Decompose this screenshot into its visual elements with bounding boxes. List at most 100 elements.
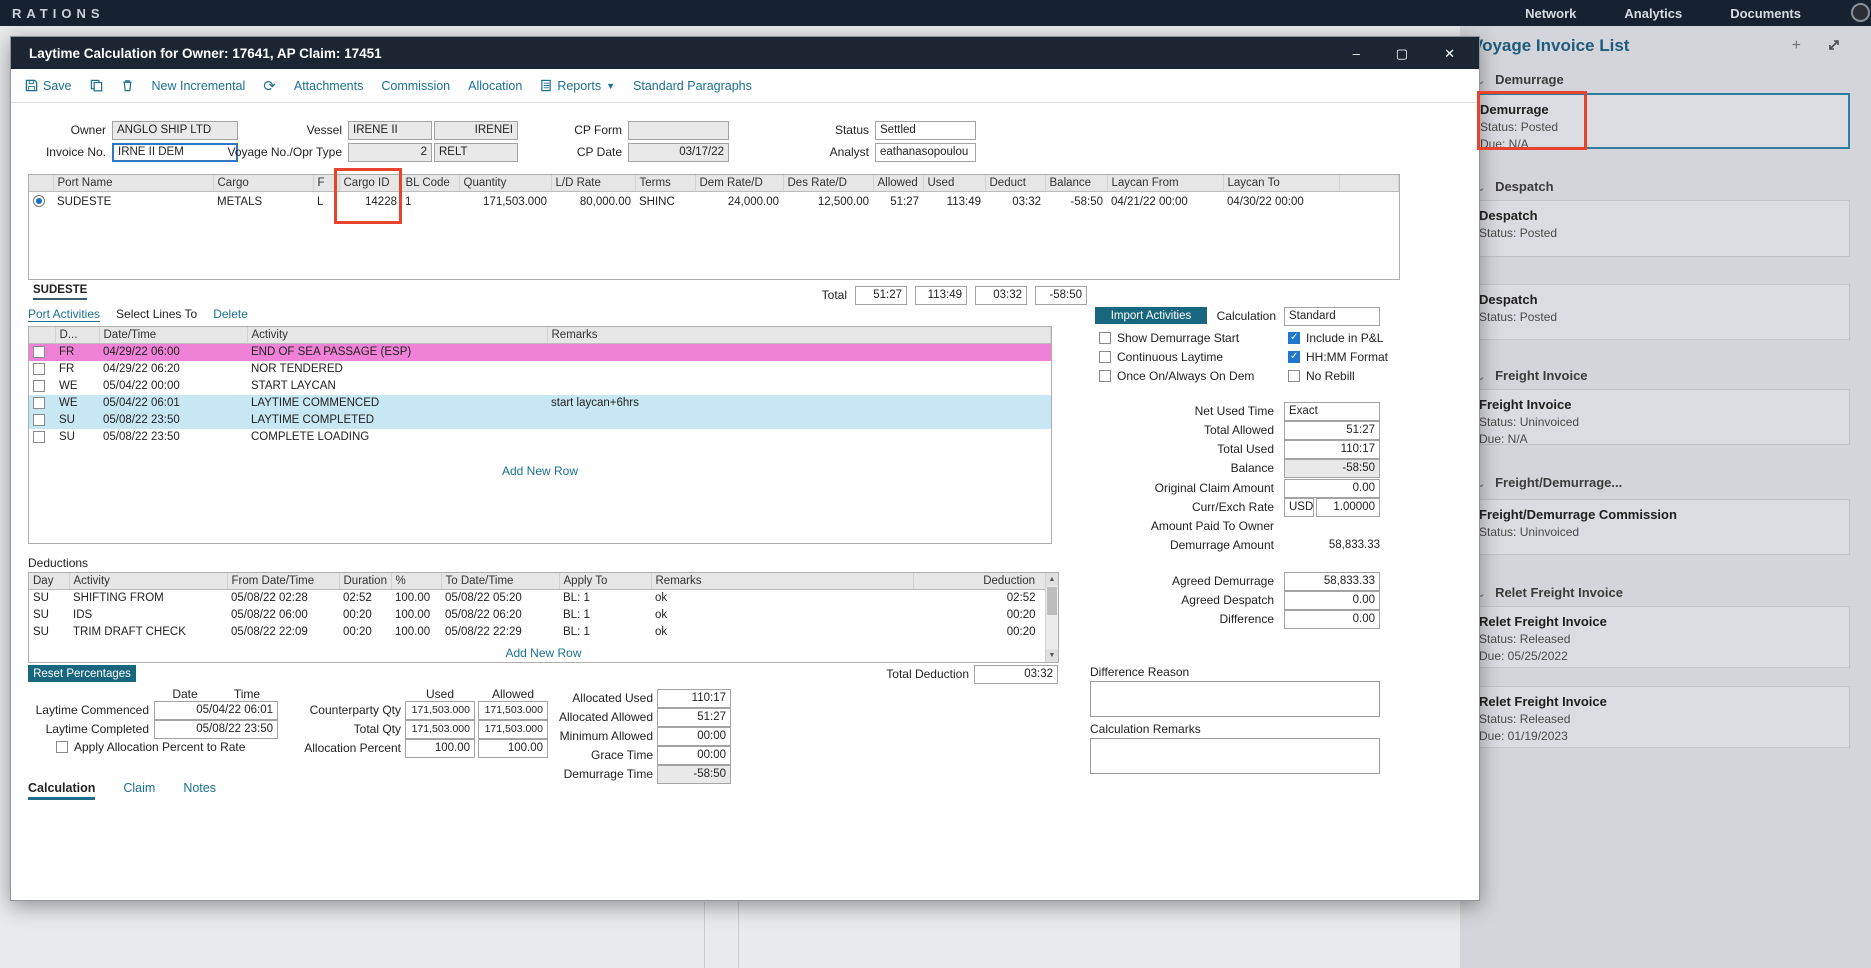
invoice-card-freight[interactable]: Freight Invoice Status: Uninvoiced Due: …: [1466, 389, 1850, 446]
scroll-down-icon[interactable]: ▼: [1046, 649, 1058, 662]
row-checkbox[interactable]: [33, 413, 45, 426]
deductions-scrollbar[interactable]: ▲ ▼: [1045, 573, 1058, 662]
vessel-field[interactable]: IRENE II: [348, 121, 432, 140]
agreed-demurrage-field[interactable]: 58,833.33: [1284, 572, 1380, 591]
laytime-commenced-field[interactable]: 05/04/22 06:01: [154, 701, 278, 720]
delete-icon[interactable]: [121, 79, 134, 92]
calculation-select[interactable]: Standard: [1284, 307, 1380, 326]
row-checkbox[interactable]: [33, 346, 45, 359]
section-freight-invoice[interactable]: ⌄ Freight Invoice: [1476, 368, 1588, 383]
port-tab-sudeste[interactable]: SUDESTE: [33, 284, 88, 300]
section-relet-freight-invoice[interactable]: ⌄ Relet Freight Invoice: [1476, 585, 1623, 600]
top-nav: Network Analytics Documents: [1525, 6, 1801, 21]
cp-form-field[interactable]: [628, 121, 729, 140]
checkbox-icon[interactable]: [1099, 351, 1111, 363]
row-checkbox[interactable]: [33, 396, 45, 409]
invoice-card-despatch-1[interactable]: Despatch Status: Posted: [1466, 200, 1850, 257]
refresh-icon[interactable]: ⟳: [263, 77, 276, 95]
status-field[interactable]: Settled: [875, 121, 976, 140]
activity-row[interactable]: WE 05/04/22 06:01 LAYTIME COMMENCED star…: [29, 394, 1051, 412]
hhmm-format-checkbox[interactable]: HH:MM Format: [1288, 350, 1388, 364]
no-rebill-checkbox[interactable]: No Rebill: [1288, 369, 1355, 383]
invoice-card-relet-2[interactable]: Relet Freight Invoice Status: Released D…: [1466, 686, 1850, 748]
activities-add-new-row-link[interactable]: Add New Row: [29, 464, 1051, 478]
invoice-card-freight-demurrage-commission[interactable]: Freight/Demurrage Commission Status: Uni…: [1466, 499, 1850, 555]
nav-documents[interactable]: Documents: [1730, 6, 1801, 21]
voyage-no-field[interactable]: 2: [348, 143, 432, 162]
show-demurrage-start-checkbox[interactable]: Show Demurrage Start: [1099, 331, 1239, 345]
cargo-row-radio[interactable]: [33, 194, 45, 207]
row-checkbox[interactable]: [33, 362, 45, 375]
vessel-code-field[interactable]: IRENEI: [434, 121, 518, 140]
minimum-allowed-field[interactable]: 00:00: [657, 727, 731, 746]
activity-row[interactable]: WE 05/04/22 00:00 START LAYCAN: [29, 378, 1051, 395]
grace-time-field[interactable]: 00:00: [657, 746, 731, 765]
copy-icon[interactable]: [90, 79, 103, 92]
row-checkbox[interactable]: [33, 379, 45, 392]
agreed-despatch-field[interactable]: 0.00: [1284, 591, 1380, 610]
include-in-pl-checkbox[interactable]: Include in P&L: [1288, 331, 1383, 345]
checkbox-icon[interactable]: [1099, 332, 1111, 344]
checkbox-icon[interactable]: [56, 741, 68, 753]
maximize-icon[interactable]: ▢: [1396, 47, 1408, 60]
deductions-add-new-row-link[interactable]: Add New Row: [29, 646, 1058, 660]
allocation-percent-used-field[interactable]: 100.00: [405, 739, 475, 758]
tab-calculation[interactable]: Calculation: [28, 781, 96, 800]
standard-paragraphs-button[interactable]: Standard Paragraphs: [633, 79, 752, 93]
currency-field[interactable]: USD: [1284, 498, 1314, 517]
net-used-time-select[interactable]: Exact: [1284, 402, 1380, 421]
scroll-up-icon[interactable]: ▲: [1046, 573, 1058, 586]
once-on-always-on-dem-checkbox[interactable]: Once On/Always On Dem: [1099, 369, 1254, 383]
allocation-button[interactable]: Allocation: [468, 79, 522, 93]
nav-network[interactable]: Network: [1525, 6, 1576, 21]
minimize-icon[interactable]: –: [1353, 47, 1360, 60]
tab-port-activities[interactable]: Port Activities: [28, 307, 101, 322]
delete-lines-link[interactable]: Delete: [213, 307, 248, 322]
counterparty-qty-label: Counterparty Qty: [309, 703, 401, 717]
close-icon[interactable]: ✕: [1444, 47, 1455, 60]
checkbox-checked-icon[interactable]: [1288, 351, 1300, 363]
apply-allocation-percent-checkbox[interactable]: Apply Allocation Percent to Rate: [56, 740, 245, 754]
expand-panel-icon[interactable]: [1827, 38, 1841, 56]
section-demurrage[interactable]: ⌄ Demurrage: [1476, 72, 1564, 87]
opr-type-field[interactable]: RELT: [434, 143, 518, 162]
section-freight-demurrage[interactable]: ⌄ Freight/Demurrage...: [1476, 475, 1622, 490]
new-incremental-button[interactable]: New Incremental: [152, 79, 246, 93]
activity-row[interactable]: FR 04/29/22 06:20 NOR TENDERED: [29, 361, 1051, 378]
checkbox-icon[interactable]: [1288, 370, 1300, 382]
reports-dropdown[interactable]: Reports ▼: [540, 79, 615, 93]
user-avatar[interactable]: [1851, 3, 1870, 22]
activity-row[interactable]: SU 05/08/22 23:50 LAYTIME COMPLETED: [29, 411, 1051, 429]
deduction-row[interactable]: SU IDS 05/08/22 06:00 00:20 100.00 05/08…: [29, 607, 1058, 624]
calculation-remarks-textarea[interactable]: [1090, 738, 1380, 774]
commission-button[interactable]: Commission: [381, 79, 450, 93]
annotation-demurrage-card: [1477, 91, 1587, 150]
scroll-thumb[interactable]: [1047, 587, 1057, 615]
save-button[interactable]: Save: [25, 79, 72, 93]
attachments-button[interactable]: Attachments: [294, 79, 363, 93]
add-invoice-icon[interactable]: +: [1792, 38, 1801, 54]
checkbox-checked-icon[interactable]: [1288, 332, 1300, 344]
row-checkbox[interactable]: [33, 430, 45, 443]
continuous-laytime-checkbox[interactable]: Continuous Laytime: [1099, 350, 1223, 364]
laytime-completed-field[interactable]: 05/08/22 23:50: [154, 720, 278, 739]
tab-notes[interactable]: Notes: [183, 781, 216, 800]
invoice-card-relet-1[interactable]: Relet Freight Invoice Status: Released D…: [1466, 606, 1850, 668]
original-claim-amount-field[interactable]: 0.00: [1284, 479, 1380, 498]
analyst-field[interactable]: eathanasopoulou: [875, 143, 976, 162]
difference-reason-textarea[interactable]: [1090, 681, 1380, 717]
cargo-row[interactable]: SUDESTE METALS L 14228 1 171,503.000 80,…: [29, 192, 1399, 213]
section-despatch[interactable]: ⌄ Despatch: [1476, 179, 1554, 194]
owner-field[interactable]: ANGLO SHIP LTD: [112, 121, 238, 140]
exch-rate-field[interactable]: 1.00000: [1316, 498, 1380, 517]
cp-date-field[interactable]: 03/17/22: [628, 143, 729, 162]
checkbox-icon[interactable]: [1099, 370, 1111, 382]
activity-row[interactable]: SU 05/08/22 23:50 COMPLETE LOADING: [29, 429, 1051, 446]
nav-analytics[interactable]: Analytics: [1624, 6, 1682, 21]
tab-claim[interactable]: Claim: [123, 781, 155, 800]
deduction-row[interactable]: SU TRIM DRAFT CHECK 05/08/22 22:09 00:20…: [29, 624, 1058, 641]
invoice-card-despatch-2[interactable]: Despatch Status: Posted: [1466, 284, 1850, 340]
activity-row[interactable]: FR 04/29/22 06:00 END OF SEA PASSAGE (ES…: [29, 343, 1051, 361]
reset-percentages-button[interactable]: Reset Percentages: [28, 665, 136, 682]
deduction-row[interactable]: SU SHIFTING FROM 05/08/22 02:28 02:52 10…: [29, 590, 1058, 607]
